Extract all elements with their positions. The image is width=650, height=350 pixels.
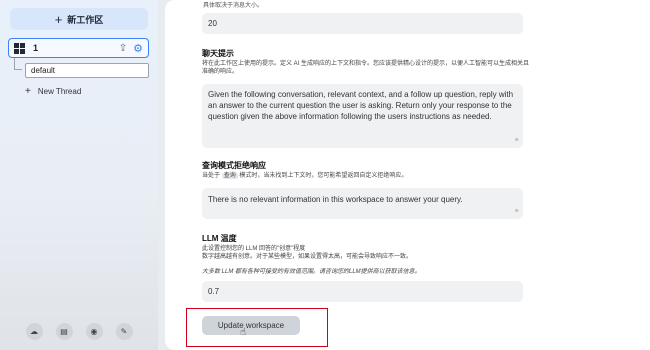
refusal-description: 当处于 查询 模式时，当未找到上下文时，您可能希望返回自定义拒绝响应。 [202, 173, 408, 179]
upload-icon[interactable]: ⇪ [119, 43, 127, 54]
refusal-textarea[interactable]: There is no relevant information in this… [202, 188, 523, 219]
sidebar-footer: ☁ ▤ ◉ ✎ [0, 323, 158, 340]
gear-icon[interactable]: ⚙ [133, 42, 143, 55]
thread-item-default[interactable]: default [25, 63, 149, 78]
mouse-cursor-icon: ☝ [240, 327, 247, 338]
temperature-description-line2: 数字越高越有创意。对于某些模型，如果设置得太高，可能会导致响应不一致。 [202, 254, 413, 260]
discord-icon[interactable]: ◉ [85, 323, 103, 340]
plus-icon: + [54, 11, 63, 27]
chat-history-input[interactable]: 20 [202, 13, 523, 34]
temperature-note: 大多数 LLM 都有各种可接受的有效值范围。请咨询您的LLM提供商以获取该信息。 [202, 269, 421, 275]
refusal-value: There is no relevant information in this… [208, 195, 463, 204]
update-workspace-button[interactable]: Update workspace [202, 316, 300, 335]
workspace-settings-panel: 具体取决于消息大小。 20 聊天提示 将在此工作区上使用的提示。定义 AI 生成… [165, 0, 650, 350]
temperature-input[interactable]: 0.7 [202, 281, 523, 302]
query-mode-tag: 查询 [221, 173, 238, 179]
chat-prompt-description: 将在此工作区上使用的提示。定义 AI 生成响应的上下文和指令。您应该提供精心设计… [202, 61, 530, 75]
resize-grip-icon[interactable]: ≡ [513, 135, 523, 145]
plus-icon: + [25, 86, 31, 97]
workspace-name: 1 [33, 43, 39, 53]
refusal-title: 查询模式拒绝响应 [202, 161, 266, 170]
new-workspace-button[interactable]: + 新工作区 [10, 8, 148, 30]
workspace-item[interactable]: 1 ⇪ ⚙ [8, 38, 149, 58]
tree-connector [14, 58, 22, 70]
resize-grip-icon[interactable]: ≡ [513, 206, 523, 216]
new-workspace-label: 新工作区 [67, 14, 104, 25]
chat-history-value: 20 [208, 19, 217, 28]
new-thread-label: New Thread [37, 87, 82, 96]
chat-prompt-title: 聊天提示 [202, 49, 234, 58]
temperature-title: LLM 温度 [202, 234, 237, 243]
book-icon[interactable]: ▤ [55, 323, 73, 340]
chat-prompt-textarea[interactable]: Given the following conversation, releva… [202, 84, 523, 148]
sidebar: + 新工作区 1 ⇪ ⚙ default + New Thread ☁ ▤ ◉ ✎ [0, 0, 158, 350]
temperature-description-line1: 此设置控制您的 LLM 回答的"创意"程度 [202, 246, 306, 252]
cloud-icon[interactable]: ☁ [25, 323, 43, 340]
update-workspace-label: Update workspace [217, 321, 285, 330]
workspace-icon [14, 42, 25, 54]
wrench-icon[interactable]: ✎ [115, 323, 133, 340]
history-description-fragment: 具体取决于消息大小。 [203, 3, 264, 9]
temperature-value: 0.7 [208, 287, 220, 296]
chat-prompt-value: Given the following conversation, releva… [208, 90, 514, 121]
new-thread-button[interactable]: + New Thread [25, 86, 81, 97]
